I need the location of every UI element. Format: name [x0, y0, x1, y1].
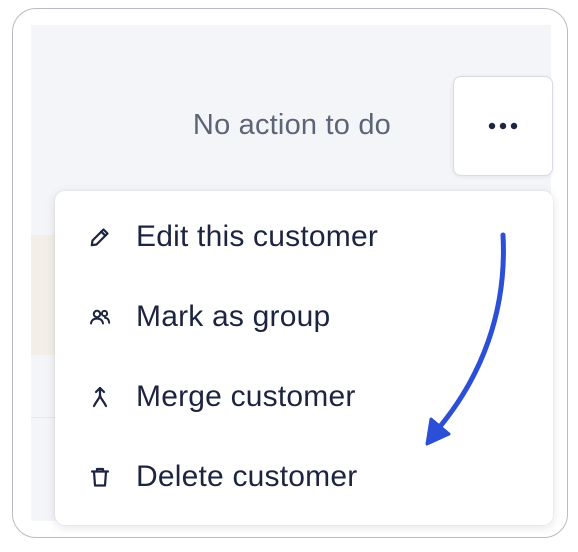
menu-item-label: Delete customer [136, 460, 358, 493]
users-icon [89, 306, 111, 328]
trash-icon [89, 466, 111, 488]
menu-item-edit-customer[interactable]: Edit this customer [55, 197, 553, 277]
status-text: No action to do [192, 109, 391, 141]
menu-item-label: Merge customer [136, 380, 356, 413]
background-strip [31, 235, 55, 355]
card-panel: No action to do Edit this customer Mark … [31, 25, 553, 525]
menu-item-label: Edit this customer [136, 220, 379, 253]
menu-item-merge-customer[interactable]: Merge customer [55, 357, 553, 437]
actions-dropdown-menu: Edit this customer Mark as group Merge c… [55, 191, 553, 525]
more-actions-button[interactable] [453, 76, 553, 176]
more-horizontal-icon [488, 122, 518, 130]
menu-item-label: Mark as group [136, 300, 331, 333]
merge-icon [89, 386, 111, 408]
screenshot-frame: No action to do Edit this customer Mark … [12, 8, 568, 538]
pencil-icon [89, 226, 111, 248]
menu-item-delete-customer[interactable]: Delete customer [55, 437, 553, 517]
menu-item-mark-as-group[interactable]: Mark as group [55, 277, 553, 357]
